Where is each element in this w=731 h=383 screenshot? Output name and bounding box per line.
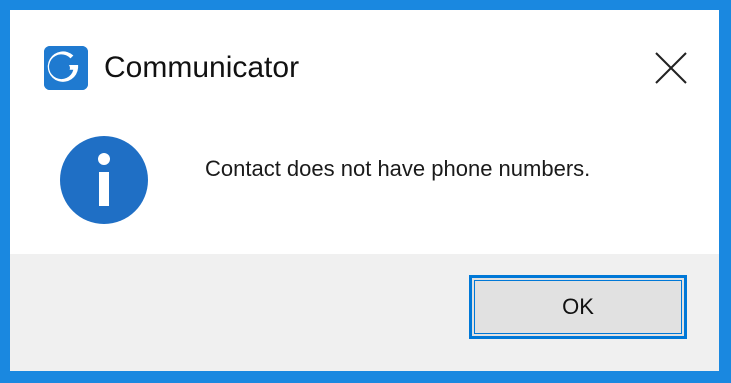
dialog-content: Contact does not have phone numbers.	[10, 120, 719, 254]
information-icon	[58, 134, 150, 226]
communicator-logo-icon	[44, 46, 88, 90]
message-dialog: Communicator Contact does not have phone…	[10, 10, 719, 371]
ok-button[interactable]: OK	[469, 275, 687, 339]
dialog-message: Contact does not have phone numbers.	[205, 156, 591, 181]
dialog-footer: OK	[10, 254, 719, 371]
window-title: Communicator	[104, 51, 300, 84]
close-button[interactable]	[645, 42, 697, 94]
ok-button-label: OK	[562, 294, 594, 319]
title-bar: Communicator	[10, 10, 719, 120]
close-icon	[655, 52, 687, 84]
